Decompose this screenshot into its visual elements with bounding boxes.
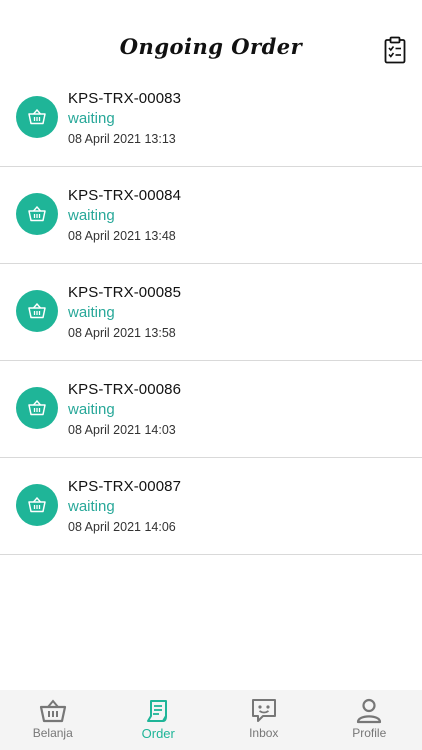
chat-icon <box>251 699 276 722</box>
basket-icon <box>28 400 46 416</box>
basket-icon <box>28 206 46 222</box>
nav-item-inbox[interactable]: Inbox <box>211 690 317 750</box>
order-list-item[interactable]: KPS-TRX-00086 waiting 08 April 2021 14:0… <box>0 361 422 458</box>
order-avatar <box>16 484 58 526</box>
order-list-item[interactable]: KPS-TRX-00085 waiting 08 April 2021 13:5… <box>0 264 422 361</box>
order-status: waiting <box>68 498 115 515</box>
order-status: waiting <box>68 110 115 127</box>
order-id: KPS-TRX-00085 <box>68 284 182 301</box>
nav-item-belanja[interactable]: Belanja <box>0 690 106 750</box>
basket-icon <box>28 109 46 125</box>
order-avatar <box>16 96 58 138</box>
basket-icon <box>28 303 46 319</box>
basket-icon <box>28 497 46 513</box>
order-date: 08 April 2021 14:03 <box>68 423 176 437</box>
order-id: KPS-TRX-00086 <box>68 381 182 398</box>
basket-icon <box>39 699 66 723</box>
order-status: waiting <box>68 304 115 321</box>
nav-label: Order <box>141 726 175 741</box>
order-id: KPS-TRX-00083 <box>68 90 182 107</box>
order-list-item[interactable]: KPS-TRX-00084 waiting 08 April 2021 13:4… <box>0 167 422 264</box>
order-date: 08 April 2021 13:48 <box>68 229 176 243</box>
clipboard-checklist-icon[interactable] <box>384 36 406 64</box>
nav-label: Belanja <box>32 726 73 740</box>
receipt-icon <box>147 700 168 722</box>
nav-label: Inbox <box>249 726 279 740</box>
order-date: 08 April 2021 13:58 <box>68 326 176 340</box>
order-date: 08 April 2021 13:13 <box>68 132 176 146</box>
order-date: 08 April 2021 14:06 <box>68 520 176 534</box>
order-id: KPS-TRX-00087 <box>68 478 182 495</box>
order-status: waiting <box>68 207 115 224</box>
nav-item-profile[interactable]: Profile <box>317 690 422 750</box>
user-icon <box>357 698 382 724</box>
order-list-item[interactable]: KPS-TRX-00087 waiting 08 April 2021 14:0… <box>0 458 422 555</box>
order-avatar <box>16 290 58 332</box>
order-avatar <box>16 387 58 429</box>
order-list-item[interactable]: KPS-TRX-00083 waiting 08 April 2021 13:1… <box>0 84 422 167</box>
bottom-nav: Belanja Order Inbox Profile <box>0 690 422 750</box>
order-status: waiting <box>68 401 115 418</box>
page-title: Ongoing Order <box>119 34 303 59</box>
order-avatar <box>16 193 58 235</box>
header: Ongoing Order <box>0 0 422 84</box>
order-id: KPS-TRX-00084 <box>68 187 182 204</box>
nav-label: Profile <box>352 726 387 740</box>
nav-item-order[interactable]: Order <box>106 690 212 750</box>
order-list: KPS-TRX-00083 waiting 08 April 2021 13:1… <box>0 84 422 555</box>
